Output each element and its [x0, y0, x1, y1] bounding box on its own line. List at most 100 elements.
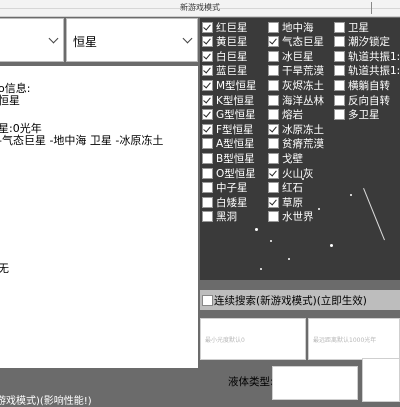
filter-label: M型恒星: [216, 79, 257, 92]
filter-option[interactable]: 水世界: [268, 210, 314, 224]
filter-label: 水世界: [282, 211, 314, 224]
continuous-search-label: 连续搜索(新游戏模式)(立即生效): [214, 295, 367, 307]
filter-label: 灰烬冻土: [282, 79, 324, 92]
title-separator: [371, 2, 372, 14]
continuous-search-checkbox[interactable]: [202, 295, 213, 306]
filter-option[interactable]: 反向自转: [334, 93, 390, 107]
filter-checkbox[interactable]: [202, 211, 213, 223]
filter-checkbox[interactable]: [268, 21, 279, 33]
filter-checkbox[interactable]: [268, 109, 279, 121]
filter-option[interactable]: 戈壁: [268, 151, 303, 165]
filter-checkbox[interactable]: [334, 94, 345, 106]
min-luminosity-input[interactable]: 最小光度默认0: [200, 318, 306, 360]
filter-option[interactable]: 中子星: [202, 181, 248, 195]
filter-option[interactable]: 蓝巨星: [202, 64, 248, 78]
chevron-down-icon: [182, 33, 193, 44]
filter-checkbox[interactable]: [268, 50, 279, 62]
filter-checkbox[interactable]: [202, 94, 213, 106]
filter-checkbox[interactable]: [268, 182, 279, 194]
filter-checkbox[interactable]: [334, 50, 345, 62]
filter-checkbox[interactable]: [268, 36, 279, 48]
filter-option[interactable]: 冰巨星: [268, 49, 314, 63]
filter-checkbox[interactable]: [268, 167, 279, 179]
continuous-search-row[interactable]: 连续搜索(新游戏模式)(立即生效): [200, 290, 400, 310]
extra-input-box[interactable]: [362, 358, 400, 402]
filter-option[interactable]: O型恒星: [202, 166, 256, 180]
filter-checkbox[interactable]: [202, 79, 213, 91]
info-line: -气态巨星 -地中海 卫星 -冰原冻土: [0, 134, 164, 147]
filter-checkbox[interactable]: [268, 211, 279, 223]
category-dropdown[interactable]: [0, 18, 64, 62]
filter-checkbox[interactable]: [202, 50, 213, 62]
filter-option[interactable]: 潮汐锁定: [334, 35, 390, 49]
max-distance-input[interactable]: 最远距离默认1000光年: [308, 318, 400, 360]
filter-checkbox[interactable]: [202, 65, 213, 77]
filter-label: 冰原冻土: [282, 123, 324, 136]
filter-option[interactable]: 红石: [268, 181, 303, 195]
filter-option[interactable]: 横躺自转: [334, 78, 390, 92]
filter-option[interactable]: 轨道共振1:2: [334, 49, 400, 63]
filter-checkbox[interactable]: [202, 138, 213, 150]
filter-option[interactable]: B型恒星: [202, 151, 255, 165]
filter-label: 轨道共振1:2: [348, 50, 400, 63]
filter-option[interactable]: 气态巨星: [268, 35, 324, 49]
filter-checkbox[interactable]: [268, 123, 279, 135]
filter-checkbox[interactable]: [268, 196, 279, 208]
filter-checkbox[interactable]: [202, 36, 213, 48]
filter-checkbox[interactable]: [334, 36, 345, 48]
filter-label: 贫瘠荒漠: [282, 138, 324, 151]
filter-label: 红巨星: [216, 21, 248, 34]
filter-option[interactable]: 冰原冻土: [268, 122, 324, 136]
filter-checkbox[interactable]: [268, 79, 279, 91]
filter-option[interactable]: 熔岩: [268, 108, 303, 122]
filter-option[interactable]: 卫星: [334, 20, 369, 34]
filter-option[interactable]: 火山灰: [268, 166, 314, 180]
filter-option[interactable]: 红巨星: [202, 20, 248, 34]
filter-checkbox[interactable]: [334, 65, 345, 77]
info-textarea[interactable]: o信息: 恒星 星:0光年 -气态巨星 -地中海 卫星 -冰原冻土 无: [0, 66, 198, 368]
filter-checkbox[interactable]: [202, 196, 213, 208]
filter-checkbox[interactable]: [202, 152, 213, 164]
filter-label: 横躺自转: [348, 79, 390, 92]
filter-checkbox[interactable]: [334, 109, 345, 121]
filter-checkbox[interactable]: [268, 152, 279, 164]
filter-checkbox[interactable]: [268, 65, 279, 77]
filter-label: 蓝巨星: [216, 65, 248, 78]
chevron-down-icon: [48, 33, 59, 44]
filter-checkbox[interactable]: [202, 123, 213, 135]
filter-option[interactable]: 白巨星: [202, 49, 248, 63]
filter-checkbox[interactable]: [202, 21, 213, 33]
star-type-dropdown[interactable]: 恒星: [66, 18, 198, 62]
filter-option[interactable]: 干旱荒漠: [268, 64, 324, 78]
filter-option[interactable]: 多卫星: [334, 108, 380, 122]
filter-label: 干旱荒漠: [282, 65, 324, 78]
filter-option[interactable]: K型恒星: [202, 93, 254, 107]
filter-label: 草原: [282, 196, 303, 209]
filter-checkbox[interactable]: [268, 94, 279, 106]
filter-checkbox[interactable]: [202, 182, 213, 194]
filter-checkbox[interactable]: [334, 21, 345, 33]
filter-checkbox[interactable]: [202, 167, 213, 179]
filter-option[interactable]: 地中海: [268, 20, 314, 34]
filter-option[interactable]: 黑洞: [202, 210, 237, 224]
liquid-type-label: 液体类型:: [228, 376, 274, 388]
filter-option[interactable]: 黄巨星: [202, 35, 248, 49]
filter-option[interactable]: 白矮星: [202, 195, 248, 209]
liquid-type-dropdown[interactable]: [272, 366, 358, 400]
filter-option[interactable]: 贫瘠荒漠: [268, 137, 324, 151]
filter-option[interactable]: G型恒星: [202, 108, 256, 122]
filter-option[interactable]: A型恒星: [202, 137, 255, 151]
filter-option[interactable]: 灰烬冻土: [268, 78, 324, 92]
filter-option[interactable]: 海洋丛林: [268, 93, 324, 107]
filter-checkbox[interactable]: [334, 79, 345, 91]
title-divider: [0, 8, 400, 9]
filter-option[interactable]: 草原: [268, 195, 303, 209]
filter-checkbox[interactable]: [268, 138, 279, 150]
filter-option[interactable]: 轨道共振1:4: [334, 64, 400, 78]
filter-checkbox[interactable]: [202, 109, 213, 121]
filter-label: 潮汐锁定: [348, 36, 390, 49]
filter-label: G型恒星: [216, 109, 256, 122]
filter-option[interactable]: F型恒星: [202, 122, 254, 136]
filter-label: 卫星: [348, 21, 369, 34]
filter-option[interactable]: M型恒星: [202, 78, 257, 92]
